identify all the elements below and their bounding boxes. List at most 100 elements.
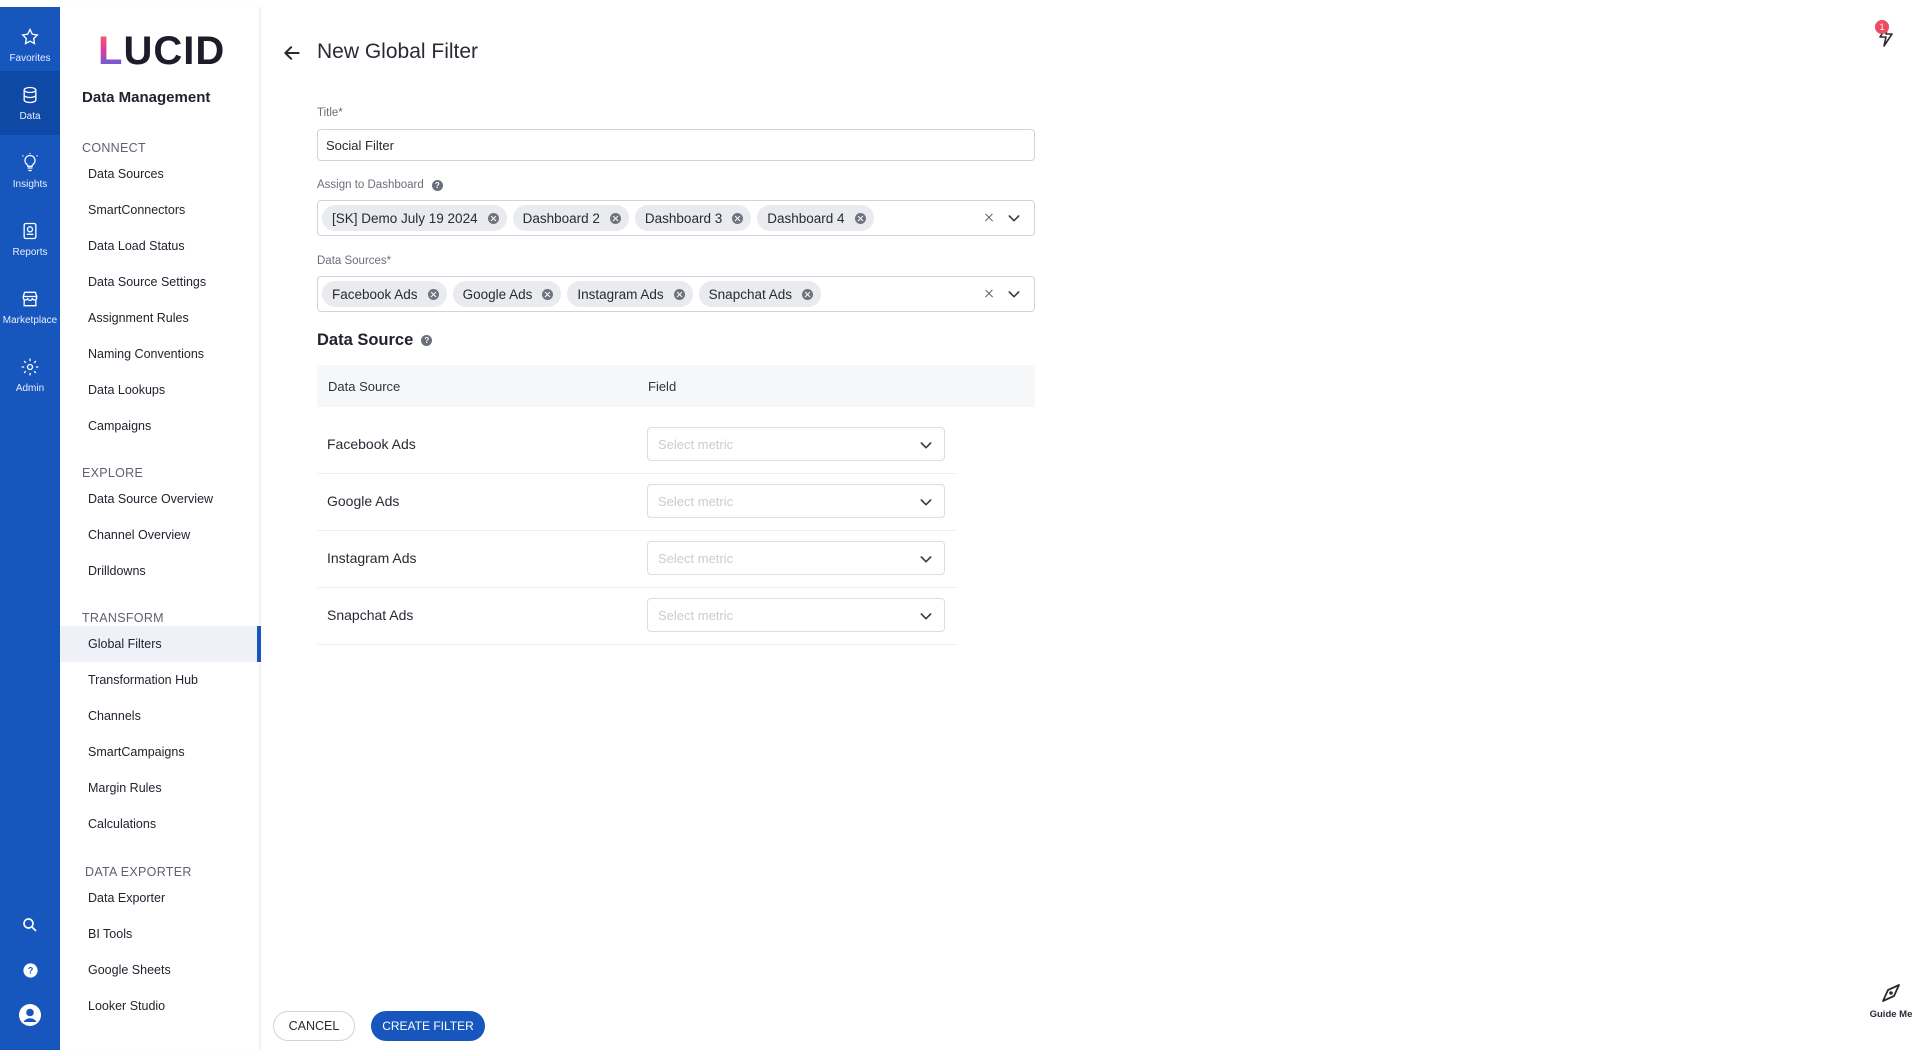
rail-label: Marketplace bbox=[2, 314, 58, 326]
nav-item-data-source-overview[interactable]: Data Source Overview bbox=[60, 481, 260, 517]
metric-select[interactable]: Select metric bbox=[647, 541, 945, 575]
chip-remove-icon[interactable] bbox=[732, 212, 744, 224]
select-placeholder: Select metric bbox=[658, 493, 734, 509]
assign-dashboard-label: Assign to Dashboard ? bbox=[317, 179, 443, 191]
chevron-down-icon bbox=[920, 613, 932, 620]
chip-label: Snapchat Ads bbox=[708, 286, 792, 302]
storefront-icon bbox=[22, 291, 38, 306]
cancel-button[interactable]: CANCEL bbox=[273, 1011, 355, 1041]
column-header-data-source: Data Source bbox=[328, 378, 401, 394]
nav-item-looker-studio[interactable]: Looker Studio bbox=[60, 988, 260, 1024]
metric-select[interactable]: Select metric bbox=[647, 484, 945, 518]
nav-item-data-exporter[interactable]: Data Exporter bbox=[60, 880, 260, 916]
rail-admin[interactable]: Admin bbox=[0, 343, 60, 407]
rail-insights[interactable]: Insights bbox=[0, 139, 60, 203]
rail-label: Data bbox=[19, 110, 41, 122]
metric-select[interactable]: Select metric bbox=[647, 598, 945, 632]
nav-item-google-sheets[interactable]: Google Sheets bbox=[60, 952, 260, 988]
title-field-label: Title* bbox=[317, 107, 343, 119]
row-source-label: Facebook Ads bbox=[327, 436, 416, 452]
nav-item-channel-overview[interactable]: Channel Overview bbox=[60, 517, 260, 553]
nav-item-data-load-status[interactable]: Data Load Status bbox=[60, 228, 260, 264]
data-source-chip: Snapchat Ads bbox=[698, 281, 821, 307]
nav-item-calculations[interactable]: Calculations bbox=[60, 806, 260, 842]
table-row: Facebook Ads Select metric bbox=[317, 417, 957, 474]
table-row: Snapchat Ads Select metric bbox=[317, 588, 957, 645]
chip-remove-icon[interactable] bbox=[673, 288, 685, 300]
nav-title: Data Management bbox=[82, 89, 211, 106]
nav-item-bi-tools[interactable]: BI Tools bbox=[60, 916, 260, 952]
table-header: Data Source Field bbox=[317, 365, 1035, 407]
chip-label: Facebook Ads bbox=[332, 286, 418, 302]
nav-item-data-sources[interactable]: Data Sources bbox=[60, 156, 260, 192]
chevron-down-icon bbox=[920, 442, 932, 449]
rail-search[interactable] bbox=[0, 907, 60, 943]
select-placeholder: Select metric bbox=[658, 436, 734, 452]
data-source-chip: Google Ads bbox=[452, 281, 562, 307]
nav-item-channels[interactable]: Channels bbox=[60, 698, 260, 734]
rail-data[interactable]: Data bbox=[0, 71, 60, 135]
nav-item-transformation-hub[interactable]: Transformation Hub bbox=[60, 662, 260, 698]
data-sources-label: Data Sources* bbox=[317, 255, 392, 267]
report-icon bbox=[23, 222, 37, 239]
nav-item-smartconnectors[interactable]: SmartConnectors bbox=[60, 192, 260, 228]
table-row: Google Ads Select metric bbox=[317, 474, 957, 531]
chevron-down-icon bbox=[920, 556, 932, 563]
dashboard-multiselect[interactable]: [SK] Demo July 19 2024 Dashboard 2 Dashb… bbox=[317, 200, 1035, 236]
dashboard-chip: Dashboard 3 bbox=[634, 205, 752, 231]
column-header-field: Field bbox=[648, 378, 677, 394]
title-input[interactable] bbox=[317, 129, 1035, 161]
back-arrow-icon[interactable] bbox=[282, 43, 302, 63]
dashboard-chip: Dashboard 2 bbox=[512, 205, 629, 231]
dashboard-chip: [SK] Demo July 19 2024 bbox=[322, 205, 507, 231]
help-icon[interactable]: ? bbox=[431, 179, 443, 191]
section-title-text: Data Source bbox=[317, 331, 414, 349]
rail-marketplace[interactable]: Marketplace bbox=[0, 275, 60, 339]
rail-favorites[interactable]: Favorites bbox=[0, 13, 60, 77]
chip-remove-icon[interactable] bbox=[609, 212, 621, 224]
multiselect-tools bbox=[982, 286, 1022, 302]
nav-item-assignment-rules[interactable]: Assignment Rules bbox=[60, 300, 260, 336]
nav-item-campaigns[interactable]: Campaigns bbox=[60, 408, 260, 444]
nav-section-heading: EXPLORE bbox=[82, 466, 144, 480]
chip-remove-icon[interactable] bbox=[802, 288, 813, 300]
guide-me-button[interactable]: Guide Me bbox=[1866, 981, 1916, 1020]
star-icon bbox=[21, 27, 39, 45]
chip-label: Instagram Ads bbox=[577, 286, 664, 302]
nav-item-naming-conventions[interactable]: Naming Conventions bbox=[60, 336, 260, 372]
nav-item-global-filters[interactable]: Global Filters bbox=[60, 626, 261, 662]
row-source-label: Instagram Ads bbox=[327, 550, 417, 566]
metric-select[interactable]: Select metric bbox=[647, 427, 945, 461]
data-source-section-title: Data Source ? bbox=[317, 331, 433, 350]
rail-reports[interactable]: Reports bbox=[0, 207, 60, 271]
chip-remove-icon[interactable] bbox=[854, 212, 866, 224]
svg-text:?: ? bbox=[27, 965, 33, 975]
rail-help[interactable]: ? bbox=[0, 952, 60, 988]
nav-item-margin-rules[interactable]: Margin Rules bbox=[60, 770, 260, 806]
nav-item-data-lookups[interactable]: Data Lookups bbox=[60, 372, 260, 408]
nav-item-smartcampaigns[interactable]: SmartCampaigns bbox=[60, 734, 260, 770]
nav-section-heading: TRANSFORM bbox=[82, 611, 164, 625]
select-placeholder: Select metric bbox=[658, 550, 734, 566]
chip-remove-icon[interactable] bbox=[487, 212, 499, 224]
nav-item-data-source-settings[interactable]: Data Source Settings bbox=[60, 264, 260, 300]
data-sources-multiselect[interactable]: Facebook Ads Google Ads Instagram Ads Sn… bbox=[317, 276, 1035, 312]
chevron-down-icon[interactable] bbox=[1006, 286, 1022, 302]
rail-label: Reports bbox=[12, 246, 48, 258]
table-row: Instagram Ads Select metric bbox=[317, 531, 957, 588]
chip-remove-icon[interactable] bbox=[427, 288, 439, 300]
chevron-down-icon[interactable] bbox=[1006, 210, 1022, 226]
help-icon[interactable]: ? bbox=[421, 335, 433, 346]
clear-icon[interactable] bbox=[982, 287, 996, 301]
lucid-logo: LUCID bbox=[98, 29, 226, 73]
secondary-nav: LUCID Data Management CONNECT Data Sourc… bbox=[60, 7, 261, 1050]
create-filter-button[interactable]: CREATE FILTER bbox=[371, 1011, 485, 1041]
chip-label: Dashboard 4 bbox=[767, 210, 845, 226]
rail-label: Insights bbox=[12, 178, 48, 190]
clear-icon[interactable] bbox=[982, 211, 996, 225]
chip-remove-icon[interactable] bbox=[542, 288, 554, 300]
guide-me-label: Guide Me bbox=[1869, 1009, 1913, 1020]
nav-item-drilldowns[interactable]: Drilldowns bbox=[60, 553, 260, 589]
row-source-label: Google Ads bbox=[327, 493, 400, 509]
rail-user[interactable] bbox=[0, 997, 60, 1033]
